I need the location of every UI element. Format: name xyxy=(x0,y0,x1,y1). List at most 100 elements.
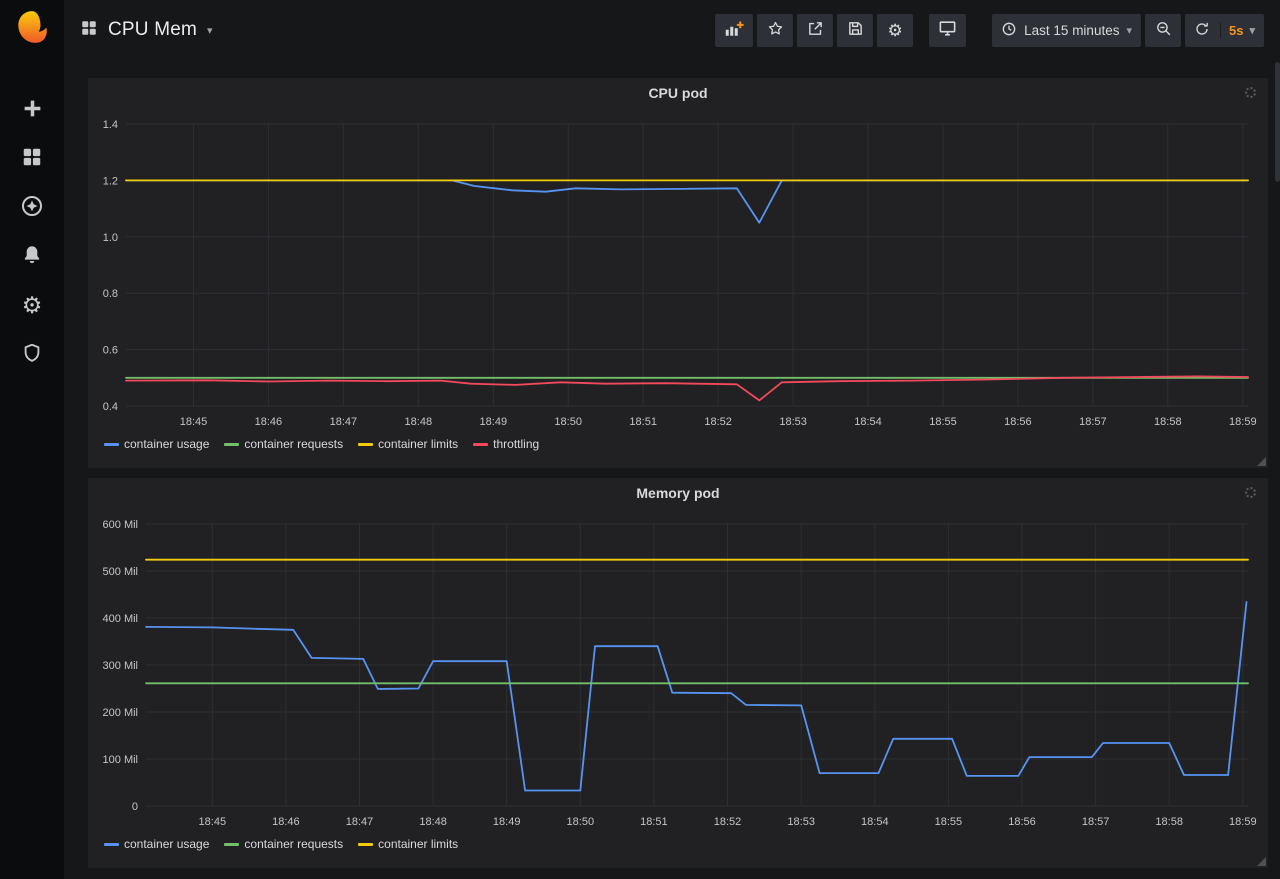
add-panel-button[interactable] xyxy=(715,13,754,47)
panel-title[interactable]: CPU pod xyxy=(96,78,1260,108)
svg-text:18:48: 18:48 xyxy=(419,816,447,828)
panel-loading-spinner xyxy=(1245,487,1256,498)
sidebar: ⚙ xyxy=(0,0,64,879)
grid-icon xyxy=(80,19,98,42)
svg-text:18:50: 18:50 xyxy=(554,416,582,428)
time-range-label: Last 15 minutes xyxy=(1024,22,1120,38)
panel-resize-handle[interactable] xyxy=(1257,857,1266,866)
dashboard-settings-button[interactable]: ⚙ xyxy=(877,13,914,47)
legend-item[interactable]: container usage xyxy=(104,837,209,851)
refresh-picker[interactable]: 5s ▾ xyxy=(1185,13,1264,47)
legend-label: container limits xyxy=(378,837,459,851)
legend-color-dash xyxy=(473,442,489,446)
plus-icon xyxy=(22,98,43,122)
monitor-icon xyxy=(938,19,957,41)
legend-item[interactable]: container limits xyxy=(358,837,458,851)
legend-color-dash xyxy=(224,842,240,846)
legend: container usage container requests contain… xyxy=(96,434,1260,451)
svg-text:18:46: 18:46 xyxy=(272,816,300,828)
sidebar-item-dashboards[interactable] xyxy=(0,134,64,183)
svg-text:18:56: 18:56 xyxy=(1004,416,1032,428)
cycle-view-mode-button[interactable] xyxy=(929,13,967,47)
memory-pod-chart[interactable]: 18:45 18:46 18:47 18:48 18:49 18:50 18:51 18:52… xyxy=(96,508,1260,834)
grafana-logo[interactable] xyxy=(14,9,50,45)
chevron-down-icon: ▾ xyxy=(207,24,213,37)
scrollbar[interactable] xyxy=(1275,62,1280,182)
gear-icon: ⚙ xyxy=(21,292,43,318)
legend-item[interactable]: container requests xyxy=(224,837,343,851)
panel-resize-handle[interactable] xyxy=(1257,457,1266,466)
cpu-pod-chart[interactable]: 18:45 18:46 18:47 18:48 18:49 18:50 18:51 18:52… xyxy=(96,108,1260,434)
legend-item[interactable]: container limits xyxy=(358,437,458,451)
legend-label: container requests xyxy=(244,837,344,851)
dashboard-title-dropdown[interactable]: CPU Mem ▾ xyxy=(80,19,213,42)
refresh-interval-label: 5s xyxy=(1229,22,1244,38)
chevron-down-icon: ▾ xyxy=(1249,24,1255,37)
svg-text:400 Mil: 400 Mil xyxy=(103,613,138,625)
svg-text:0: 0 xyxy=(132,801,138,813)
svg-text:0.6: 0.6 xyxy=(103,345,118,357)
svg-text:18:57: 18:57 xyxy=(1079,416,1107,428)
bar-chart-plus-icon xyxy=(724,20,744,41)
svg-text:18:59: 18:59 xyxy=(1229,416,1257,428)
panel-cpu-pod: CPU pod 18:45 18:46 18:47 18:48 18:49 18:50 18… xyxy=(88,78,1268,468)
svg-text:18:45: 18:45 xyxy=(180,416,208,428)
legend-color-dash xyxy=(358,442,374,446)
sidebar-item-create[interactable] xyxy=(0,85,64,134)
save-icon xyxy=(847,20,864,40)
panel-title[interactable]: Memory pod xyxy=(96,478,1260,508)
legend-label: throttling xyxy=(493,437,540,451)
legend-item[interactable]: container requests xyxy=(224,437,343,451)
share-icon xyxy=(807,20,824,40)
svg-text:18:55: 18:55 xyxy=(929,416,957,428)
panel-loading-spinner xyxy=(1245,87,1256,98)
svg-text:18:53: 18:53 xyxy=(779,416,807,428)
svg-text:1.4: 1.4 xyxy=(103,119,118,131)
svg-text:18:46: 18:46 xyxy=(255,416,283,428)
sidebar-item-explore[interactable] xyxy=(0,183,64,232)
svg-text:18:47: 18:47 xyxy=(346,816,374,828)
legend-label: container usage xyxy=(124,437,210,451)
svg-text:18:49: 18:49 xyxy=(480,416,508,428)
navbar-actions: ⚙ Last 15 minutes ▾ 5s ▾ xyxy=(715,13,1264,47)
refresh-icon xyxy=(1194,21,1210,40)
search-minus-icon xyxy=(1155,20,1172,40)
top-navbar: CPU Mem ▾ ⚙ Last 15 minutes ▾ 5s ▾ xyxy=(64,0,1280,60)
share-dashboard-button[interactable] xyxy=(797,13,834,47)
svg-text:300 Mil: 300 Mil xyxy=(103,660,138,672)
svg-text:18:53: 18:53 xyxy=(787,816,815,828)
chevron-down-icon: ▾ xyxy=(1126,24,1132,37)
star-icon xyxy=(767,20,784,40)
save-dashboard-button[interactable] xyxy=(837,13,874,47)
svg-text:1.2: 1.2 xyxy=(103,175,118,187)
svg-text:18:58: 18:58 xyxy=(1155,816,1183,828)
sidebar-item-alerting[interactable] xyxy=(0,232,64,281)
svg-text:18:56: 18:56 xyxy=(1008,816,1036,828)
zoom-out-time-button[interactable] xyxy=(1145,13,1181,47)
svg-text:18:47: 18:47 xyxy=(330,416,358,428)
svg-text:18:54: 18:54 xyxy=(861,816,889,828)
mark-favorite-button[interactable] xyxy=(757,13,794,47)
svg-text:18:52: 18:52 xyxy=(714,816,742,828)
grid-icon xyxy=(21,146,43,171)
time-range-picker[interactable]: Last 15 minutes ▾ xyxy=(992,13,1141,47)
legend-item[interactable]: container usage xyxy=(104,437,209,451)
svg-text:18:48: 18:48 xyxy=(405,416,433,428)
legend-color-dash xyxy=(224,442,240,446)
legend-color-dash xyxy=(358,842,374,846)
sidebar-item-server-admin[interactable] xyxy=(0,330,64,379)
legend-item[interactable]: throttling xyxy=(473,437,539,451)
dashboard-grid: CPU pod 18:45 18:46 18:47 18:48 18:49 18:50 18… xyxy=(64,60,1280,868)
sidebar-item-configuration[interactable]: ⚙ xyxy=(0,281,64,330)
svg-text:18:51: 18:51 xyxy=(629,416,657,428)
svg-text:500 Mil: 500 Mil xyxy=(103,566,138,578)
legend-color-dash xyxy=(104,842,119,846)
svg-text:18:50: 18:50 xyxy=(567,816,595,828)
svg-text:18:55: 18:55 xyxy=(935,816,963,828)
legend: container usage container requests contain… xyxy=(96,834,1260,851)
legend-label: container usage xyxy=(124,837,210,851)
svg-text:100 Mil: 100 Mil xyxy=(103,754,138,766)
svg-text:18:52: 18:52 xyxy=(704,416,732,428)
gear-icon: ⚙ xyxy=(887,20,903,40)
svg-text:18:58: 18:58 xyxy=(1154,416,1182,428)
